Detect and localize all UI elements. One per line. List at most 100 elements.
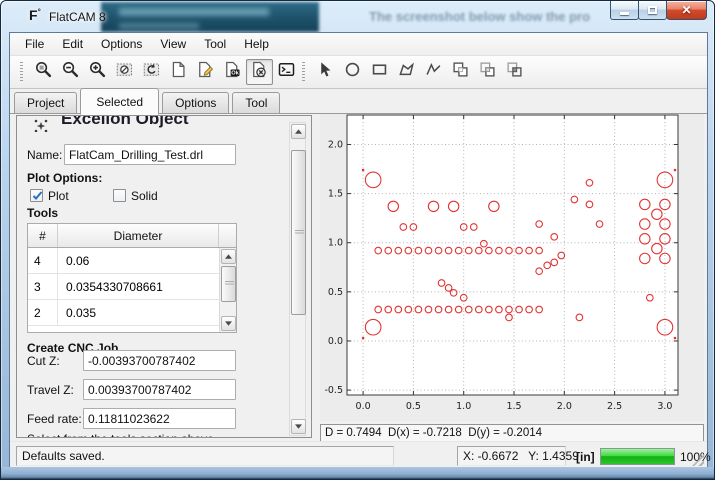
clear-plot-icon xyxy=(116,61,133,83)
zoom-fit-button[interactable] xyxy=(30,59,57,85)
panel-scrollbar-thumb[interactable] xyxy=(291,150,306,315)
scrollbar-thumb[interactable] xyxy=(221,266,236,302)
draw-polygon-button[interactable] xyxy=(393,59,420,85)
tab-tool[interactable]: Tool xyxy=(232,92,280,114)
tool-row[interactable]: 40.06 xyxy=(28,248,236,274)
zoom-in-button[interactable] xyxy=(84,59,111,85)
minimize-button[interactable] xyxy=(610,1,639,20)
tab-project[interactable]: Project xyxy=(14,92,77,114)
tool-number-cell[interactable]: 4 xyxy=(28,248,58,273)
command-line-icon xyxy=(278,61,295,83)
tool-row[interactable]: 20.035 xyxy=(28,300,236,326)
app-icon: F° xyxy=(29,7,41,23)
plot-checkbox[interactable] xyxy=(30,189,43,202)
feedrate-input[interactable] xyxy=(83,408,236,429)
shape-union-button[interactable] xyxy=(447,59,474,85)
shape-intersect-button[interactable] xyxy=(501,59,528,85)
maximize-button[interactable] xyxy=(638,1,667,20)
progress-bar-fill xyxy=(601,449,674,464)
close-button[interactable]: ✕ xyxy=(666,1,707,20)
menu-file[interactable]: File xyxy=(16,34,53,54)
tools-table-scrollbar[interactable] xyxy=(219,248,236,332)
draw-polyline-button[interactable] xyxy=(420,59,447,85)
cutz-input[interactable] xyxy=(83,350,236,371)
svg-text:2.5: 2.5 xyxy=(607,401,622,412)
toolbar-drag-handle[interactable] xyxy=(302,62,305,82)
scroll-up-button[interactable] xyxy=(221,249,236,264)
tool-number-cell[interactable]: 3 xyxy=(28,274,58,299)
name-input[interactable] xyxy=(64,144,236,165)
toolbar-drag-handle[interactable] xyxy=(20,62,23,82)
svg-text:1.5: 1.5 xyxy=(328,189,343,200)
save-object-icon: Ok xyxy=(224,61,241,83)
plot-canvas[interactable]: 0.00.51.01.52.02.53.0-0.50.00.51.01.52.0 xyxy=(320,114,704,421)
name-label: Name: xyxy=(27,148,62,162)
shape-intersect-icon xyxy=(506,61,523,83)
command-line-button[interactable] xyxy=(273,59,300,85)
travelz-label: Travel Z: xyxy=(27,383,74,397)
title-bar[interactable]: The screenshot below show the pro F° Fla… xyxy=(1,1,715,32)
draw-polygon-icon xyxy=(398,61,415,83)
tool-row[interactable]: 30.0354330708661 xyxy=(28,274,236,300)
draw-circle-icon xyxy=(344,61,361,83)
svg-text:0.5: 0.5 xyxy=(406,401,421,412)
new-project-button[interactable] xyxy=(165,59,192,85)
svg-text:1.0: 1.0 xyxy=(328,238,343,249)
draw-rectangle-icon xyxy=(371,61,388,83)
shape-union-icon xyxy=(452,61,469,83)
menu-tool[interactable]: Tool xyxy=(195,34,235,54)
menu-view[interactable]: View xyxy=(151,34,195,54)
menu-options[interactable]: Options xyxy=(92,34,151,54)
panel-scroll-down-button[interactable] xyxy=(291,419,306,434)
clear-plot-button[interactable] xyxy=(111,59,138,85)
tools-label: Tools xyxy=(27,206,58,220)
select-button[interactable] xyxy=(312,59,339,85)
scroll-down-button[interactable] xyxy=(221,316,236,331)
background-ghost-text: The screenshot below show the pro xyxy=(369,9,590,24)
replot-icon xyxy=(143,61,160,83)
zoom-out-button[interactable] xyxy=(57,59,84,85)
zoom-fit-icon xyxy=(35,61,52,83)
progress-bar xyxy=(600,448,675,465)
tool-diameter-cell[interactable]: 0.06 xyxy=(58,248,236,273)
panel-scrollbar[interactable] xyxy=(289,122,306,436)
panel-title: Excellon Object xyxy=(61,116,189,129)
svg-text:0.0: 0.0 xyxy=(328,336,343,347)
menu-bar: FileEditOptionsViewToolHelp xyxy=(10,33,707,56)
cursor-coordinates: X: -0.6672 Y: 1.4359 xyxy=(457,446,566,466)
save-object-button[interactable]: Ok xyxy=(219,59,246,85)
draw-circle-button[interactable] xyxy=(339,59,366,85)
tools-table-body: 40.0630.035433070866120.035 xyxy=(28,248,236,326)
disable-plot-button[interactable] xyxy=(246,59,273,85)
column-header-diameter[interactable]: Diameter xyxy=(58,224,219,247)
menu-edit[interactable]: Edit xyxy=(53,34,92,54)
tool-diameter-cell[interactable]: 0.035 xyxy=(58,300,236,325)
tools-table: # Diameter 40.0630.035433070866120.035 xyxy=(27,223,237,333)
replot-button[interactable] xyxy=(138,59,165,85)
excellon-icon xyxy=(33,118,49,132)
tool-number-cell[interactable]: 2 xyxy=(28,300,58,325)
cutz-label: Cut Z: xyxy=(27,354,60,368)
new-project-icon xyxy=(170,61,187,83)
progress-percent-label: 100% xyxy=(680,450,711,464)
column-header-number[interactable]: # xyxy=(28,224,58,247)
menu-help[interactable]: Help xyxy=(235,34,278,54)
tool-diameter-cell[interactable]: 0.0354330708661 xyxy=(58,274,236,299)
background-window-bleed xyxy=(101,2,319,32)
disable-plot-icon xyxy=(251,61,268,83)
svg-text:2.0: 2.0 xyxy=(557,401,572,412)
travelz-input[interactable] xyxy=(83,379,236,400)
tab-options[interactable]: Options xyxy=(162,92,229,114)
edit-object-button[interactable] xyxy=(192,59,219,85)
shape-subtract-button[interactable] xyxy=(474,59,501,85)
svg-text:0.5: 0.5 xyxy=(328,287,343,298)
tools-hint-text: Select from the tools section above xyxy=(27,432,214,438)
tab-selected[interactable]: Selected xyxy=(80,88,159,115)
solid-checkbox[interactable] xyxy=(113,189,126,202)
svg-text:0.0: 0.0 xyxy=(356,401,371,412)
draw-rectangle-button[interactable] xyxy=(366,59,393,85)
tabs: ProjectSelectedOptionsTool xyxy=(14,88,283,114)
select-icon xyxy=(317,61,334,83)
feedrate-label: Feed rate: xyxy=(27,412,82,426)
panel-scroll-up-button[interactable] xyxy=(291,124,306,139)
